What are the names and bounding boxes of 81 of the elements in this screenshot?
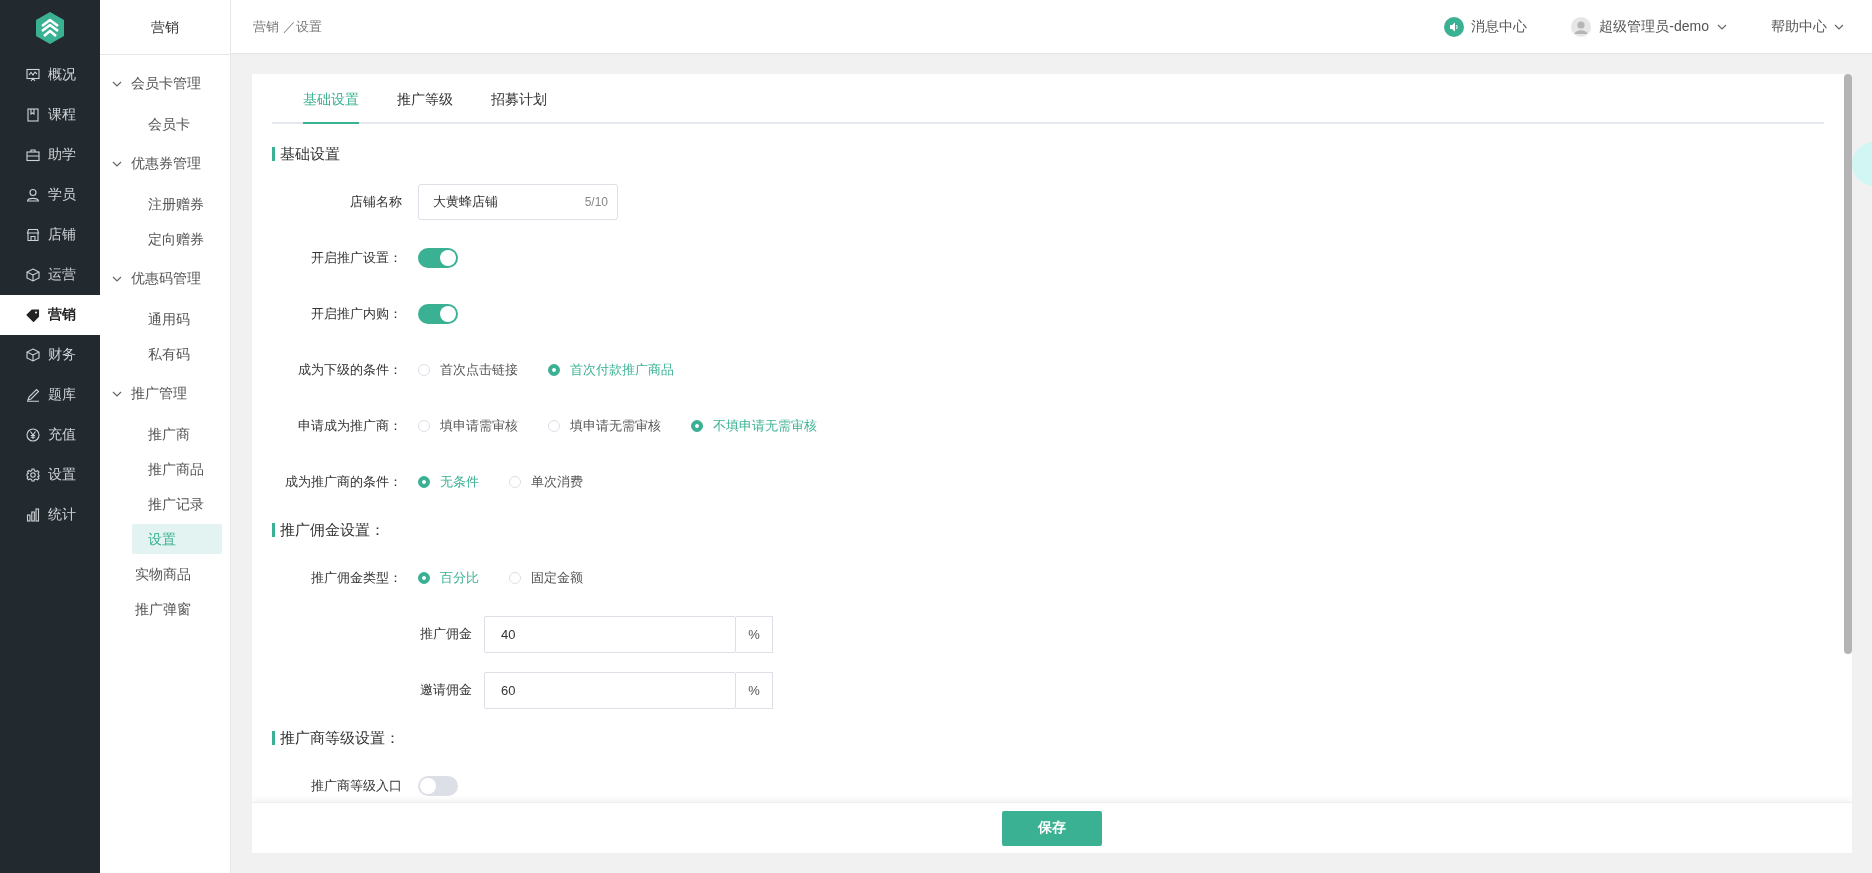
nav-item[interactable]: 概况 xyxy=(0,55,100,95)
breadcrumb: 营销 ／设置 xyxy=(253,17,322,36)
field-label: 邀请佣金 xyxy=(420,681,473,699)
nav-item[interactable]: 充值 xyxy=(0,415,100,455)
unit-addon: % xyxy=(736,671,773,709)
nav-item[interactable]: 财务 xyxy=(0,335,100,375)
nav-item[interactable]: 统计 xyxy=(0,495,100,535)
tag-icon xyxy=(26,308,40,322)
input-field[interactable]: 40 xyxy=(484,615,736,653)
settings-icon xyxy=(26,468,40,482)
chevron-icon xyxy=(112,276,122,282)
submenu-group[interactable]: 推广管理 xyxy=(100,374,230,414)
unit-addon: % xyxy=(736,615,773,653)
store-icon xyxy=(26,228,40,242)
input-field[interactable]: 60 xyxy=(484,671,736,709)
nav-item[interactable]: 课程 xyxy=(0,95,100,135)
bar-chart-icon xyxy=(26,508,40,522)
submenu-group[interactable]: 会员卡管理 xyxy=(100,64,230,104)
submenu-item[interactable]: 会员卡 xyxy=(132,109,222,139)
field-label: 成为推广商的条件： xyxy=(284,473,403,491)
logo-icon xyxy=(35,11,65,44)
nav-item[interactable]: 店铺 xyxy=(0,215,100,255)
chevron-icon xyxy=(112,161,122,167)
user-icon xyxy=(26,188,40,202)
submenu-item[interactable]: 推广记录 xyxy=(132,489,222,519)
submenu-item[interactable]: 实物商品 xyxy=(120,559,222,589)
submenu-group[interactable]: 优惠码管理 xyxy=(100,259,230,299)
nav-item[interactable]: 题库 xyxy=(0,375,100,415)
nav-item[interactable]: 助学 xyxy=(0,135,100,175)
submenu-item[interactable]: 通用码 xyxy=(132,304,222,334)
submenu-item[interactable]: 定向赠券 xyxy=(132,224,222,254)
character-count: 5/10 xyxy=(584,195,608,209)
field-label: 申请成为推广商： xyxy=(297,417,403,435)
field-label: 开启推广内购： xyxy=(310,305,403,323)
monitor-icon xyxy=(26,68,40,82)
field-label: 成为下级的条件： xyxy=(297,361,403,379)
nav-item[interactable]: 营销 xyxy=(0,295,100,335)
cube-icon xyxy=(26,268,40,282)
submenu-item[interactable]: 推广商 xyxy=(132,419,222,449)
chevron-icon xyxy=(112,391,122,397)
avatar-icon xyxy=(1571,16,1592,37)
caret-icon xyxy=(1717,23,1727,30)
section-title: 推广商等级设置： xyxy=(272,731,1832,745)
yen-icon xyxy=(26,428,40,442)
book-icon xyxy=(26,108,40,122)
radio-option[interactable]: 填申请需审核 xyxy=(418,417,518,435)
speaker-icon xyxy=(1444,16,1465,37)
submenu-item[interactable]: 推广弹窗 xyxy=(120,594,222,624)
tab[interactable]: 推广等级 xyxy=(397,74,453,124)
submenu-group[interactable]: 优惠券管理 xyxy=(100,144,230,184)
caret-icon xyxy=(1834,23,1844,30)
radio-option[interactable]: 固定金额 xyxy=(509,569,583,587)
field-label: 开启推广设置： xyxy=(310,249,403,267)
chevron-icon xyxy=(112,81,122,87)
toggle-switch[interactable] xyxy=(418,776,458,796)
section-title: 推广佣金设置： xyxy=(272,523,1832,537)
submenu-title: 营销 xyxy=(100,0,230,55)
nav-item[interactable]: 学员 xyxy=(0,175,100,215)
field-label: 推广佣金类型： xyxy=(310,569,403,587)
toggle-switch[interactable] xyxy=(418,304,458,324)
nav-item[interactable]: 运营 xyxy=(0,255,100,295)
user-menu[interactable]: 超级管理员-demo xyxy=(1571,16,1727,37)
radio-option[interactable]: 首次点击链接 xyxy=(418,361,518,379)
submenu-item[interactable]: 注册赠券 xyxy=(132,189,222,219)
field-label: 推广商等级入口 xyxy=(310,777,403,795)
submenu-item[interactable]: 私有码 xyxy=(132,339,222,369)
briefcase-icon xyxy=(26,148,40,162)
pencil-icon xyxy=(26,388,40,402)
tab[interactable]: 招募计划 xyxy=(491,74,547,124)
toggle-switch[interactable] xyxy=(418,248,458,268)
cube-icon xyxy=(26,348,40,362)
section-title: 基础设置 xyxy=(272,147,1832,161)
radio-option[interactable]: 单次消费 xyxy=(509,473,583,491)
help-menu[interactable]: 帮助中心 xyxy=(1771,17,1844,36)
scrollbar-thumb[interactable] xyxy=(1844,74,1852,654)
field-label: 店铺名称 xyxy=(349,193,403,211)
nav-item[interactable]: 设置 xyxy=(0,455,100,495)
message-center-link[interactable]: 消息中心 xyxy=(1444,16,1528,37)
radio-option[interactable]: 填申请无需审核 xyxy=(548,417,661,435)
field-label: 推广佣金 xyxy=(420,625,473,643)
submenu-item[interactable]: 推广商品 xyxy=(132,454,222,484)
